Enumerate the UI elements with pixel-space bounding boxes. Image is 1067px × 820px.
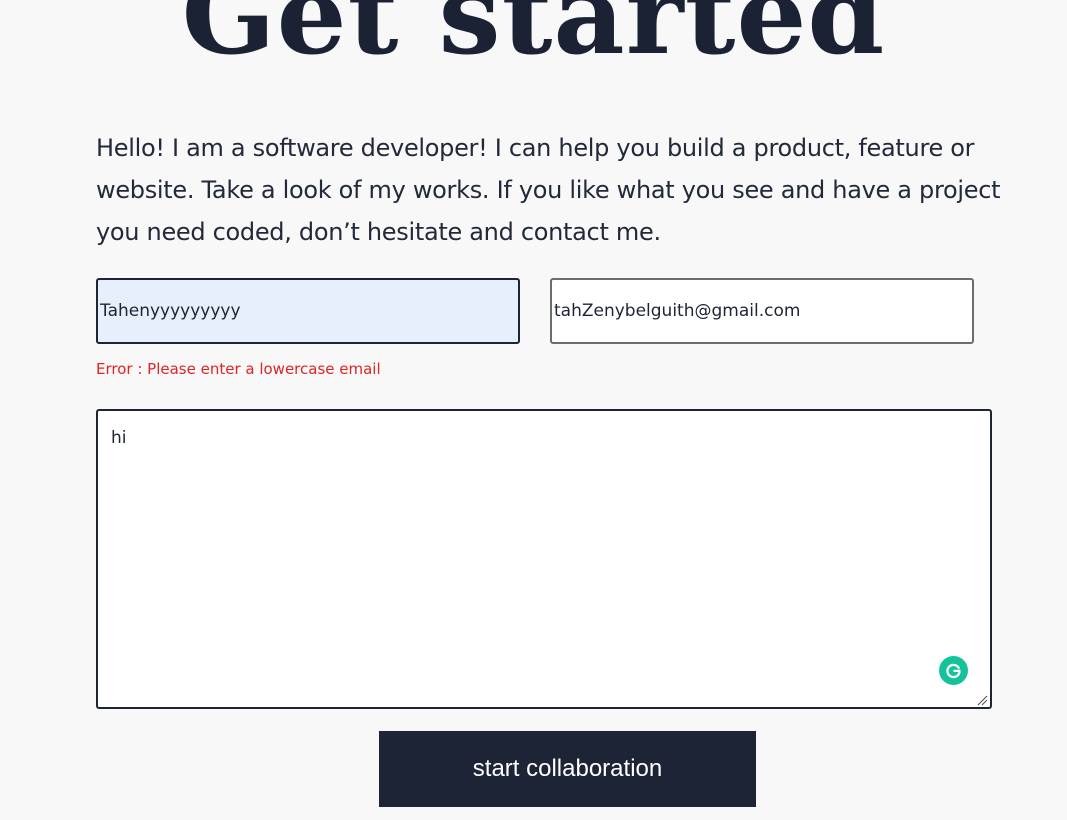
email-field[interactable] [550, 278, 974, 344]
message-textarea[interactable]: hi [96, 409, 992, 709]
resize-handle-icon[interactable] [976, 693, 988, 706]
grammarly-icon[interactable] [939, 656, 968, 685]
start-collaboration-button[interactable]: start collaboration [379, 731, 756, 807]
intro-paragraph: Hello! I am a software developer! I can … [96, 134, 1001, 246]
email-error-message: Error : Please enter a lowercase email [96, 360, 381, 378]
message-text: hi [111, 428, 127, 448]
name-field[interactable] [96, 278, 520, 344]
page-title: Get started [181, 0, 886, 79]
